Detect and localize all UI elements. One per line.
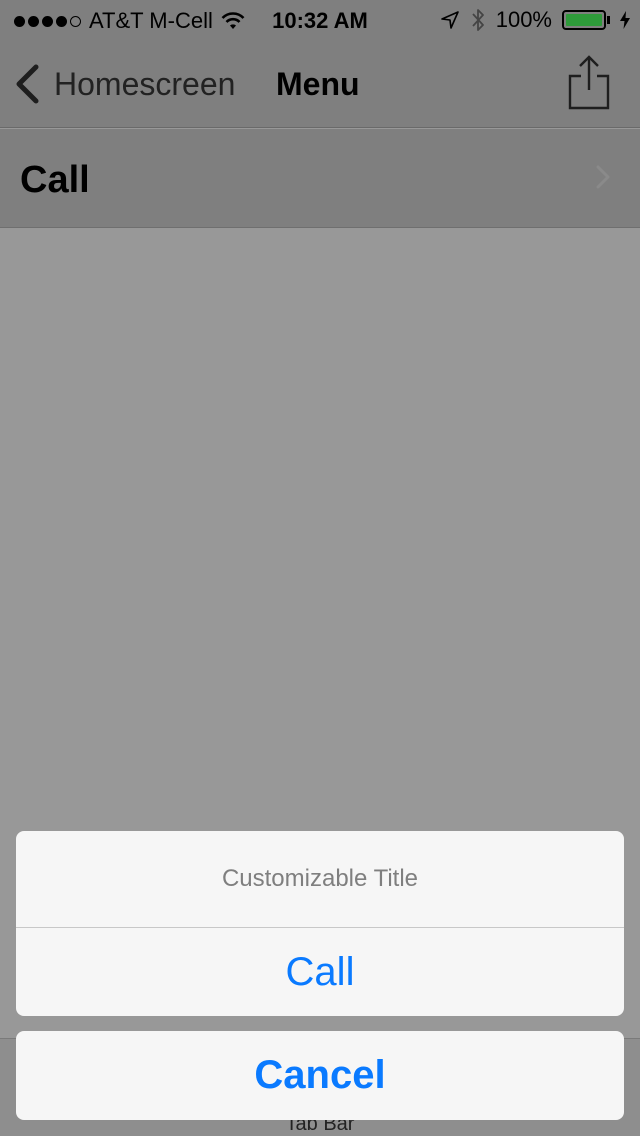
battery-percent: 100% bbox=[495, 7, 552, 32]
chevron-right-icon bbox=[596, 165, 610, 189]
bluetooth-icon bbox=[472, 9, 484, 31]
chevron-left-icon bbox=[16, 64, 39, 104]
action-sheet: Customizable Title Call Cancel bbox=[16, 831, 624, 1120]
location-arrow-icon bbox=[440, 11, 459, 29]
charging-bolt-icon bbox=[620, 11, 630, 29]
battery-fill bbox=[566, 14, 602, 26]
menu-item-call[interactable]: Call bbox=[0, 129, 640, 228]
call-button[interactable]: Call bbox=[16, 928, 624, 1016]
navigation-bar: Homescreen Menu bbox=[0, 40, 640, 128]
action-sheet-group: Customizable Title Call bbox=[16, 831, 624, 1016]
back-label: Homescreen bbox=[54, 65, 236, 102]
cancel-button[interactable]: Cancel bbox=[16, 1031, 624, 1120]
battery-icon bbox=[562, 10, 610, 30]
menu-item-label: Call bbox=[20, 159, 90, 201]
share-icon[interactable] bbox=[566, 54, 612, 110]
battery-tip bbox=[607, 16, 610, 24]
status-right: 100% bbox=[440, 7, 630, 33]
page-title: Menu bbox=[276, 66, 360, 102]
action-sheet-title: Customizable Title bbox=[16, 831, 624, 928]
status-bar: AT&T M-Cell 10:32 AM 100% bbox=[0, 0, 640, 40]
back-button[interactable]: Homescreen bbox=[14, 64, 235, 104]
battery-body bbox=[562, 10, 606, 30]
